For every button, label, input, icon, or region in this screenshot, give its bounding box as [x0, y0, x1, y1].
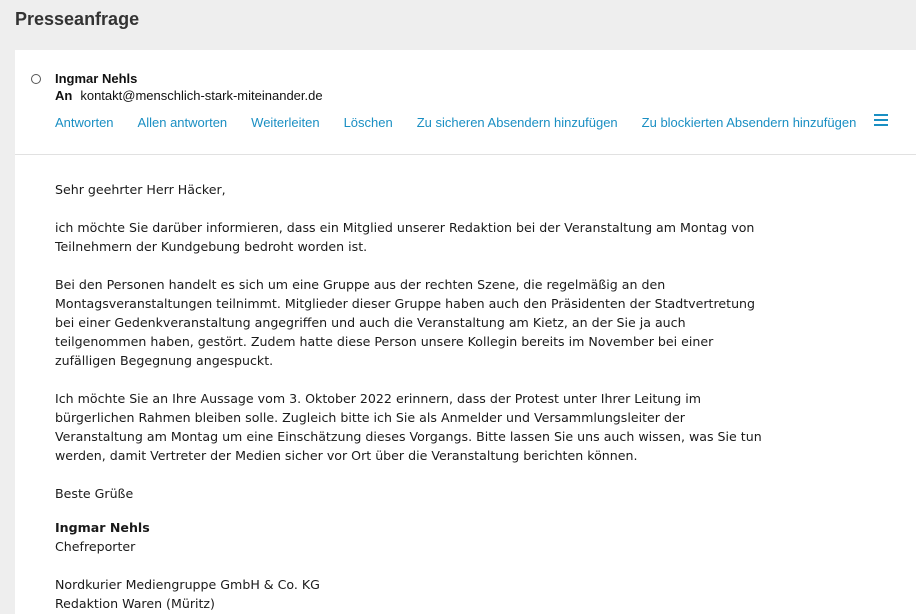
sender-name: Ingmar Nehls — [55, 71, 138, 86]
message-body: Sehr geehrter Herr Häcker, ich möchte Si… — [55, 180, 775, 613]
body-paragraph: Ich möchte Sie an Ihre Aussage vom 3. Ok… — [55, 391, 762, 463]
forward-button[interactable]: Weiterleiten — [251, 115, 319, 130]
select-radio-icon[interactable] — [31, 74, 41, 84]
hamburger-menu-icon[interactable] — [874, 114, 888, 126]
delete-button[interactable]: Löschen — [344, 115, 393, 130]
action-bar: Antworten Allen antworten Weiterleiten L… — [55, 115, 880, 130]
message-panel: Ingmar Nehls An kontakt@menschlich-stark-… — [15, 50, 916, 614]
add-blocked-sender-button[interactable]: Zu blockierten Absendern hinzufügen — [642, 115, 857, 130]
body-paragraph: Bei den Personen handelt es sich um eine… — [55, 277, 756, 368]
company-name: Nordkurier Mediengruppe GmbH & Co. KG — [55, 577, 320, 592]
to-address: kontakt@menschlich-stark-miteinander.de — [80, 88, 323, 103]
recipient-line: An kontakt@menschlich-stark-miteinander.d… — [55, 88, 323, 103]
signature-name: Ingmar Nehls — [55, 520, 150, 535]
closing: Beste Grüße — [55, 486, 134, 501]
greeting: Sehr geehrter Herr Häcker, — [55, 182, 226, 197]
page-title: Presseanfrage — [15, 9, 140, 29]
add-safe-sender-button[interactable]: Zu sicheren Absendern hinzufügen — [417, 115, 618, 130]
body-paragraph: ich möchte Sie darüber informieren, dass… — [55, 220, 755, 254]
reply-button[interactable]: Antworten — [55, 115, 114, 130]
reply-all-button[interactable]: Allen antworten — [138, 115, 228, 130]
to-label: An — [55, 88, 73, 103]
message-header: Ingmar Nehls An kontakt@menschlich-stark-… — [15, 50, 916, 155]
department: Redaktion Waren (Müritz) — [55, 596, 215, 611]
signature-title: Chefreporter — [55, 539, 136, 554]
